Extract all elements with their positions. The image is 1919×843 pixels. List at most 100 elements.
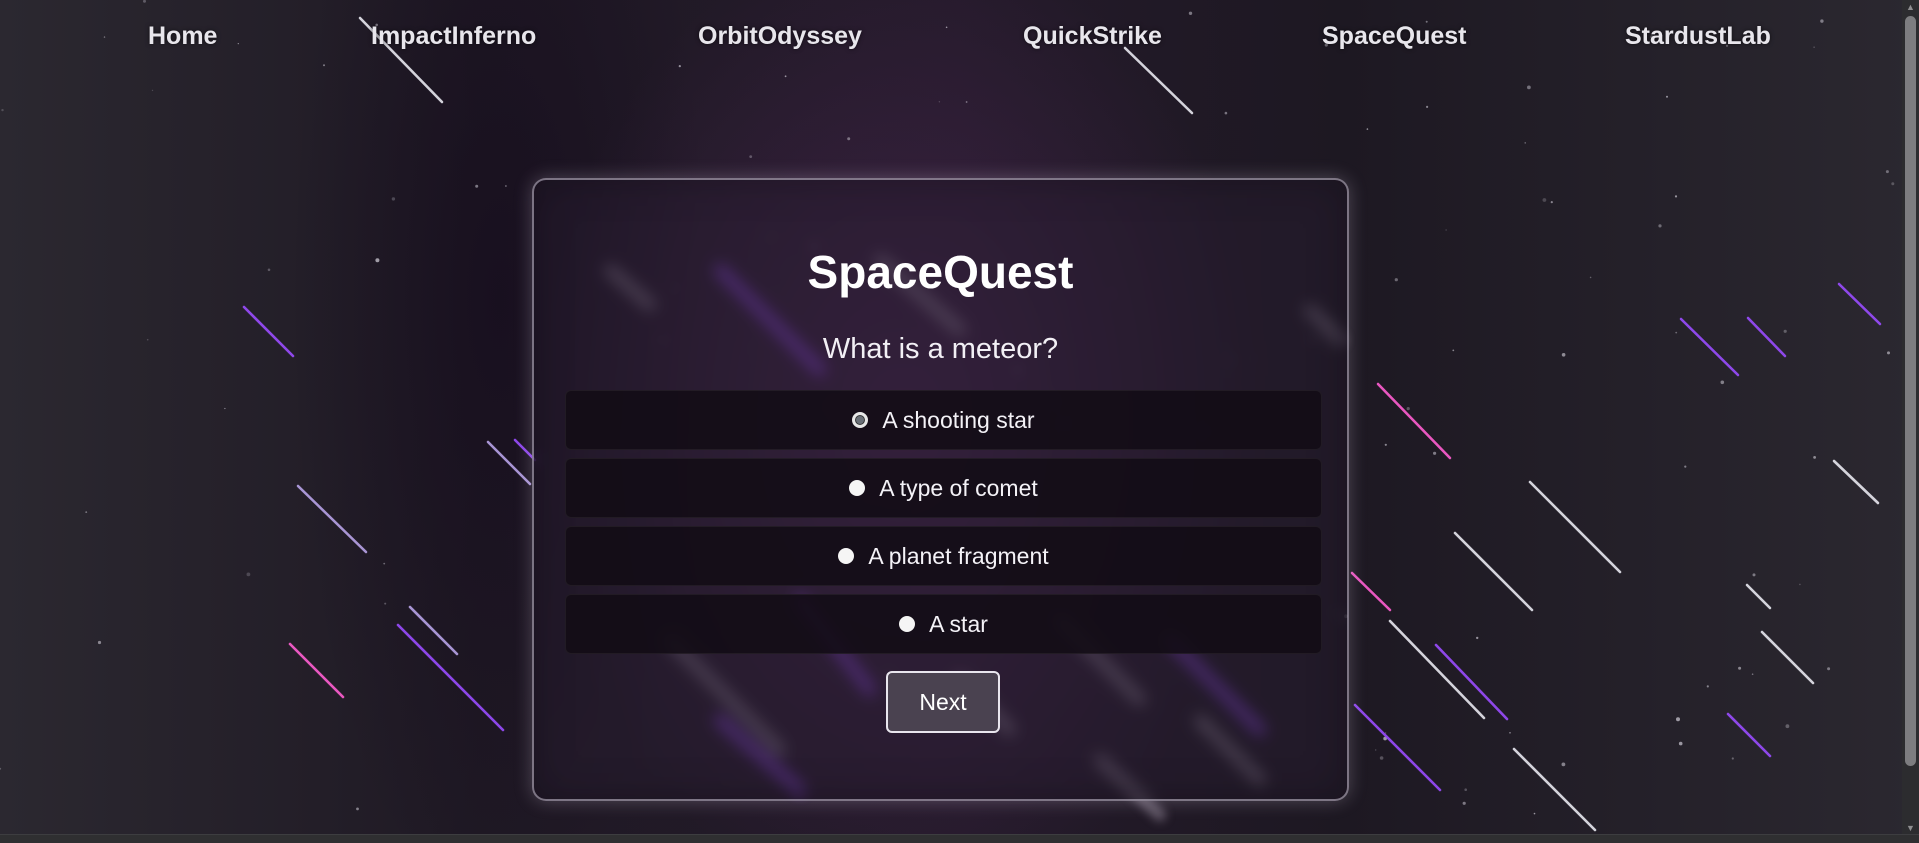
meteor-streak xyxy=(1528,480,1622,574)
star xyxy=(505,185,507,187)
star xyxy=(85,511,88,513)
scroll-up-arrow-icon[interactable]: ▲ xyxy=(1902,0,1919,14)
quiz-page: Home ImpactInferno OrbitOdyssey QuickStr… xyxy=(0,0,1919,843)
answer-options: A shooting star A type of comet A planet… xyxy=(565,390,1322,662)
star xyxy=(1384,443,1387,446)
answer-option-label: A star xyxy=(929,610,988,637)
star xyxy=(224,407,226,410)
star xyxy=(1476,636,1479,640)
nav-link-spacequest[interactable]: SpaceQuest xyxy=(1322,22,1467,51)
meteor-streak xyxy=(1832,459,1880,505)
meteor-streak xyxy=(1434,643,1509,721)
star xyxy=(475,184,479,188)
star xyxy=(1561,762,1566,767)
meteor-streak xyxy=(1837,282,1882,326)
star xyxy=(1366,128,1369,130)
star xyxy=(1885,170,1889,174)
meteor-streak xyxy=(1453,531,1534,612)
star xyxy=(1675,331,1678,334)
star xyxy=(938,101,941,103)
star xyxy=(383,562,386,565)
star xyxy=(1533,812,1536,815)
meteor-streak xyxy=(1376,382,1452,460)
nav-link-impactinferno[interactable]: ImpactInferno xyxy=(371,22,536,51)
star xyxy=(965,101,968,103)
star xyxy=(1799,583,1801,586)
nav-link-home[interactable]: Home xyxy=(148,22,217,51)
star xyxy=(1406,407,1410,411)
radio-button[interactable] xyxy=(838,548,855,564)
scroll-down-arrow-icon[interactable]: ▼ xyxy=(1902,821,1919,835)
answer-option-label: A shooting star xyxy=(882,406,1035,433)
nav-link-quickstrike[interactable]: QuickStrike xyxy=(1023,22,1162,51)
answer-option[interactable]: A shooting star xyxy=(565,390,1322,450)
answer-option-label: A planet fragment xyxy=(868,542,1049,569)
star xyxy=(1752,573,1756,577)
star xyxy=(1676,717,1680,722)
star xyxy=(1891,182,1895,186)
meteor-streak xyxy=(1745,583,1772,610)
meteor-streak xyxy=(296,484,368,554)
star xyxy=(1542,198,1547,202)
radio-button[interactable] xyxy=(899,616,916,632)
radio-button-selected[interactable] xyxy=(852,412,869,428)
star xyxy=(1783,329,1787,333)
star xyxy=(1375,749,1377,751)
star xyxy=(1527,85,1531,90)
meteor-streak xyxy=(1760,630,1815,685)
star xyxy=(1394,278,1398,282)
star xyxy=(1666,95,1668,98)
star xyxy=(1678,741,1683,746)
star xyxy=(1720,380,1725,385)
star xyxy=(1462,801,1466,805)
meteor-streak xyxy=(1726,712,1772,758)
star xyxy=(323,64,325,67)
star xyxy=(384,602,387,605)
star xyxy=(1379,756,1384,760)
star xyxy=(1550,201,1553,204)
meteor-streak xyxy=(1512,747,1597,832)
star xyxy=(1426,105,1429,108)
star xyxy=(1751,673,1754,675)
star xyxy=(151,89,154,92)
star xyxy=(143,0,146,3)
star xyxy=(246,572,251,577)
meteor-streak xyxy=(242,305,295,358)
star xyxy=(847,137,851,141)
meteor-streak xyxy=(1353,703,1442,792)
radio-button[interactable] xyxy=(849,480,866,496)
star xyxy=(1731,757,1734,760)
star xyxy=(1,108,4,112)
star xyxy=(97,640,102,645)
star xyxy=(146,338,149,341)
quiz-card: SpaceQuest What is a meteor? A shooting … xyxy=(532,178,1349,801)
quiz-question: What is a meteor? xyxy=(822,333,1059,365)
vertical-scrollbar[interactable]: ▲ ▼ xyxy=(1902,0,1919,835)
answer-option[interactable]: A type of comet xyxy=(565,458,1322,518)
next-button[interactable]: Next xyxy=(886,671,1000,733)
star xyxy=(1684,465,1687,468)
star xyxy=(1738,666,1742,670)
star xyxy=(1464,788,1467,791)
star xyxy=(1224,111,1228,115)
nav-link-orbitodyssey[interactable]: OrbitOdyssey xyxy=(698,22,862,51)
answer-option[interactable]: A planet fragment xyxy=(565,526,1322,586)
meteor-streak xyxy=(408,605,459,656)
bottom-edge-bar xyxy=(0,834,1919,843)
star xyxy=(1561,353,1566,357)
star xyxy=(749,155,753,159)
star xyxy=(391,197,396,201)
nav-link-stardustlab[interactable]: StardustLab xyxy=(1625,22,1771,51)
scrollbar-thumb[interactable] xyxy=(1905,16,1916,766)
answer-option[interactable]: A star xyxy=(565,594,1322,654)
star xyxy=(1452,349,1455,352)
meteor-streak xyxy=(396,623,505,732)
star xyxy=(1524,142,1526,144)
meteor-streak xyxy=(1746,316,1787,358)
star xyxy=(1433,451,1437,455)
star xyxy=(1785,724,1790,729)
star xyxy=(784,75,787,78)
star xyxy=(1383,736,1387,741)
star xyxy=(1384,732,1387,734)
star xyxy=(1658,224,1662,228)
